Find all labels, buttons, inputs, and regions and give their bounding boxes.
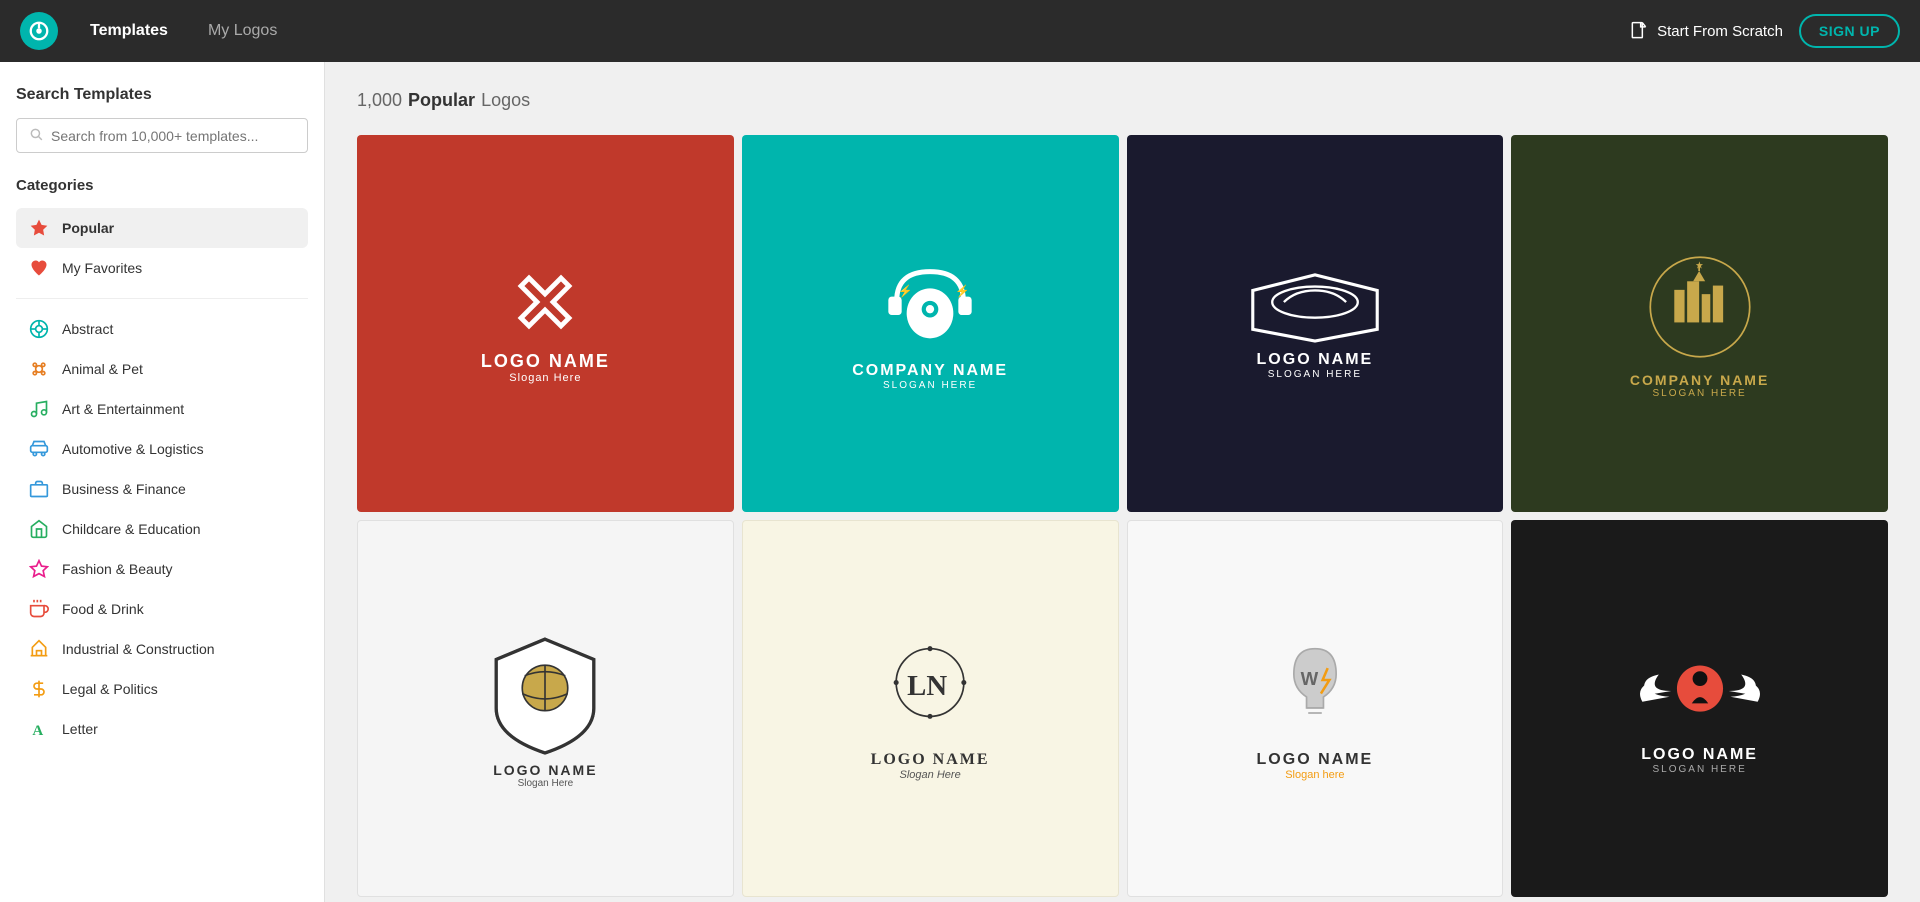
fashion-icon — [28, 558, 50, 580]
sidebar-item-letter-label: Letter — [62, 721, 98, 737]
main-header: Templates My Logos Start From Scratch SI… — [0, 0, 1920, 62]
legal-icon — [28, 678, 50, 700]
sidebar-item-art-label: Art & Entertainment — [62, 401, 184, 417]
card-4-icon — [1640, 247, 1760, 367]
childcare-icon — [28, 518, 50, 540]
sidebar-item-popular[interactable]: Popular — [16, 208, 308, 248]
sidebar-item-abstract-label: Abstract — [62, 321, 113, 337]
sidebar-item-legal[interactable]: Legal & Politics — [16, 669, 308, 709]
app-logo[interactable] — [20, 12, 58, 50]
sidebar-item-favorites-label: My Favorites — [62, 260, 142, 276]
sidebar-item-automotive-label: Automotive & Logistics — [62, 441, 204, 457]
start-from-scratch-label: Start From Scratch — [1657, 23, 1783, 40]
svg-text:A: A — [32, 723, 43, 739]
divider-1 — [16, 298, 308, 299]
svg-text:W: W — [1300, 668, 1318, 689]
content-title: Popular — [408, 90, 475, 111]
search-icon — [29, 127, 43, 144]
card-8-icon — [1630, 641, 1770, 741]
template-card-7[interactable]: W LOGO NAME Slogan here — [1127, 520, 1504, 897]
food-icon — [28, 598, 50, 620]
sidebar-item-fashion-label: Fashion & Beauty — [62, 561, 173, 577]
template-card-4[interactable]: COMPANY NAME SLOGAN HERE — [1511, 135, 1888, 512]
sidebar-item-animal-label: Animal & Pet — [62, 361, 143, 377]
nav-mylogos[interactable]: My Logos — [200, 18, 285, 44]
svg-text:LN: LN — [907, 670, 947, 702]
art-icon — [28, 398, 50, 420]
template-card-5[interactable]: LOGO NAME Slogan Here — [357, 520, 734, 897]
template-card-3[interactable]: LOGO NAME SLOGAN HERE — [1127, 135, 1504, 512]
card-1-inner: LOGO NAME Slogan Here — [469, 250, 622, 396]
sidebar-item-childcare-label: Childcare & Education — [62, 521, 201, 537]
content-header: 1,000 Popular Logos — [357, 90, 1888, 111]
sidebar-item-childcare[interactable]: Childcare & Education — [16, 509, 308, 549]
industrial-icon — [28, 638, 50, 660]
search-title: Search Templates — [16, 86, 308, 104]
card-4-inner: COMPANY NAME SLOGAN HERE — [1618, 235, 1781, 411]
logo-grid: LOGO NAME Slogan Here — [357, 135, 1888, 897]
template-card-6[interactable]: LN LOGO NAME Slogan Here — [742, 520, 1119, 897]
abstract-icon — [28, 318, 50, 340]
template-card-1[interactable]: LOGO NAME Slogan Here — [357, 135, 734, 512]
categories-title: Categories — [16, 177, 308, 194]
sidebar-item-popular-label: Popular — [62, 220, 114, 236]
content-area: 1,000 Popular Logos LOGO NAME Slogan Her… — [325, 62, 1920, 902]
sidebar-item-automotive[interactable]: Automotive & Logistics — [16, 429, 308, 469]
sidebar: Search Templates Categories Popular — [0, 62, 325, 902]
card-1-icon — [505, 262, 585, 342]
automotive-icon — [28, 438, 50, 460]
sidebar-item-industrial[interactable]: Industrial & Construction — [16, 629, 308, 669]
sidebar-item-fashion[interactable]: Fashion & Beauty — [16, 549, 308, 589]
sidebar-item-food-label: Food & Drink — [62, 601, 144, 617]
header-right: Start From Scratch SIGN UP — [1629, 14, 1900, 48]
card-7-inner: W LOGO NAME Slogan here — [1245, 624, 1386, 793]
card-7-icon: W — [1260, 636, 1370, 746]
template-card-8[interactable]: LOGO NAME SLOGAN HERE — [1511, 520, 1888, 897]
search-box[interactable] — [16, 118, 308, 153]
sidebar-item-animal[interactable]: Animal & Pet — [16, 349, 308, 389]
letter-icon: A — [28, 718, 50, 740]
business-icon — [28, 478, 50, 500]
card-3-icon — [1245, 266, 1385, 346]
header-left: Templates My Logos — [20, 12, 285, 50]
card-5-icon — [480, 627, 610, 757]
sign-up-button[interactable]: SIGN UP — [1799, 14, 1900, 48]
search-input[interactable] — [51, 128, 295, 144]
svg-text:⚡: ⚡ — [955, 284, 970, 298]
card-6-icon: LN — [875, 636, 985, 746]
sidebar-item-favorites[interactable]: My Favorites — [16, 248, 308, 288]
animal-icon — [28, 358, 50, 380]
favorites-icon — [28, 257, 50, 279]
sidebar-item-legal-label: Legal & Politics — [62, 681, 158, 697]
sidebar-item-abstract[interactable]: Abstract — [16, 309, 308, 349]
sidebar-item-letter[interactable]: A Letter — [16, 709, 308, 749]
card-8-inner: LOGO NAME SLOGAN HERE — [1618, 629, 1782, 787]
sidebar-item-business[interactable]: Business & Finance — [16, 469, 308, 509]
sidebar-item-food[interactable]: Food & Drink — [16, 589, 308, 629]
card-6-inner: LN LOGO NAME Slogan Here — [859, 624, 1002, 793]
card-2-icon: ⚡ ⚡ — [880, 255, 980, 355]
card-2-inner: ⚡ ⚡ COMPANY NAME SLOGAN HERE — [840, 243, 1020, 403]
template-card-2[interactable]: ⚡ ⚡ COMPANY NAME SLOGAN HERE — [742, 135, 1119, 512]
sidebar-item-art[interactable]: Art & Entertainment — [16, 389, 308, 429]
popular-icon — [28, 217, 50, 239]
content-subtitle: Logos — [481, 90, 530, 111]
document-icon — [1629, 21, 1649, 41]
results-count: 1,000 — [357, 90, 402, 111]
sidebar-item-business-label: Business & Finance — [62, 481, 186, 497]
card-5-inner: LOGO NAME Slogan Here — [468, 615, 622, 801]
start-from-scratch-button[interactable]: Start From Scratch — [1629, 21, 1783, 41]
card-3-inner: LOGO NAME SLOGAN HERE — [1233, 254, 1397, 392]
svg-text:⚡: ⚡ — [898, 284, 913, 298]
nav-templates[interactable]: Templates — [82, 18, 176, 44]
main-layout: Search Templates Categories Popular — [0, 62, 1920, 902]
sidebar-item-industrial-label: Industrial & Construction — [62, 641, 215, 657]
